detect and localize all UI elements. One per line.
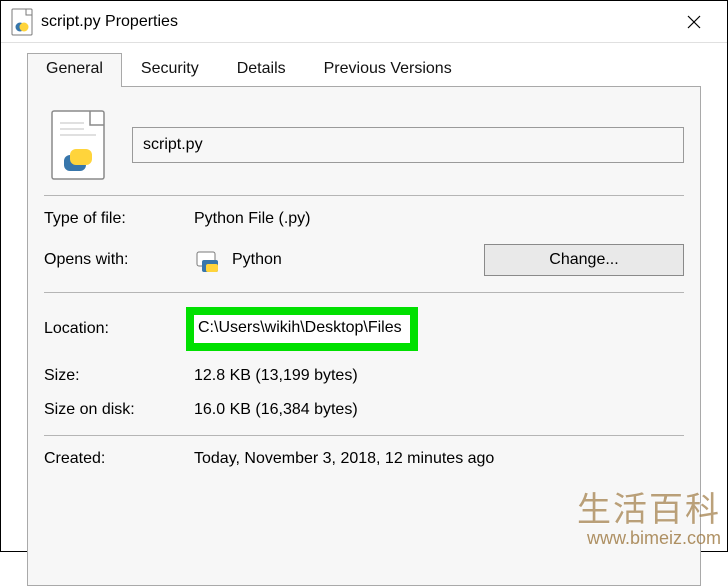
separator: [44, 195, 684, 196]
label-created: Created:: [44, 450, 194, 468]
separator: [44, 435, 684, 436]
value-created: Today, November 3, 2018, 12 minutes ago: [194, 450, 684, 468]
change-button-label: Change...: [549, 251, 618, 268]
value-size: 12.8 KB (13,199 bytes): [194, 367, 684, 385]
tab-details[interactable]: Details: [218, 53, 305, 87]
python-app-icon: [194, 246, 222, 274]
tab-label: Details: [237, 60, 286, 77]
python-file-icon-small: [11, 8, 33, 36]
label-size-on-disk: Size on disk:: [44, 401, 194, 419]
python-file-icon-large: [48, 109, 108, 181]
tab-label: Security: [141, 60, 199, 77]
tab-previous-versions[interactable]: Previous Versions: [305, 53, 471, 87]
file-header-row: [44, 109, 684, 181]
separator: [44, 292, 684, 293]
value-type-of-file: Python File (.py): [194, 210, 684, 228]
change-button[interactable]: Change...: [484, 244, 684, 276]
tab-strip: General Security Details Previous Versio…: [1, 43, 727, 87]
row-created: Created: Today, November 3, 2018, 12 min…: [44, 450, 684, 468]
tab-security[interactable]: Security: [122, 53, 218, 87]
row-type-of-file: Type of file: Python File (.py): [44, 210, 684, 228]
tab-general[interactable]: General: [27, 53, 122, 87]
tab-label: General: [46, 60, 103, 77]
location-highlight: C:\Users\wikih\Desktop\Files: [186, 307, 418, 351]
row-location: Location: C:\Users\wikih\Desktop\Files: [44, 307, 684, 351]
row-opens-with: Opens with: Python Change...: [44, 244, 684, 276]
value-size-on-disk: 16.0 KB (16,384 bytes): [194, 401, 684, 419]
tab-label: Previous Versions: [324, 60, 452, 77]
filename-input[interactable]: [132, 127, 684, 163]
row-size: Size: 12.8 KB (13,199 bytes): [44, 367, 684, 385]
close-button[interactable]: [671, 6, 717, 38]
label-size: Size:: [44, 367, 194, 385]
row-size-on-disk: Size on disk: 16.0 KB (16,384 bytes): [44, 401, 684, 419]
label-opens-with: Opens with:: [44, 251, 194, 269]
window-title: script.py Properties: [41, 13, 671, 31]
value-location: C:\Users\wikih\Desktop\Files: [198, 319, 402, 336]
label-type-of-file: Type of file:: [44, 210, 194, 228]
tabpanel-general: Type of file: Python File (.py) Opens wi…: [27, 86, 701, 586]
value-opens-with: Python: [232, 251, 282, 269]
label-location: Location:: [44, 320, 194, 338]
titlebar: script.py Properties: [1, 1, 727, 43]
